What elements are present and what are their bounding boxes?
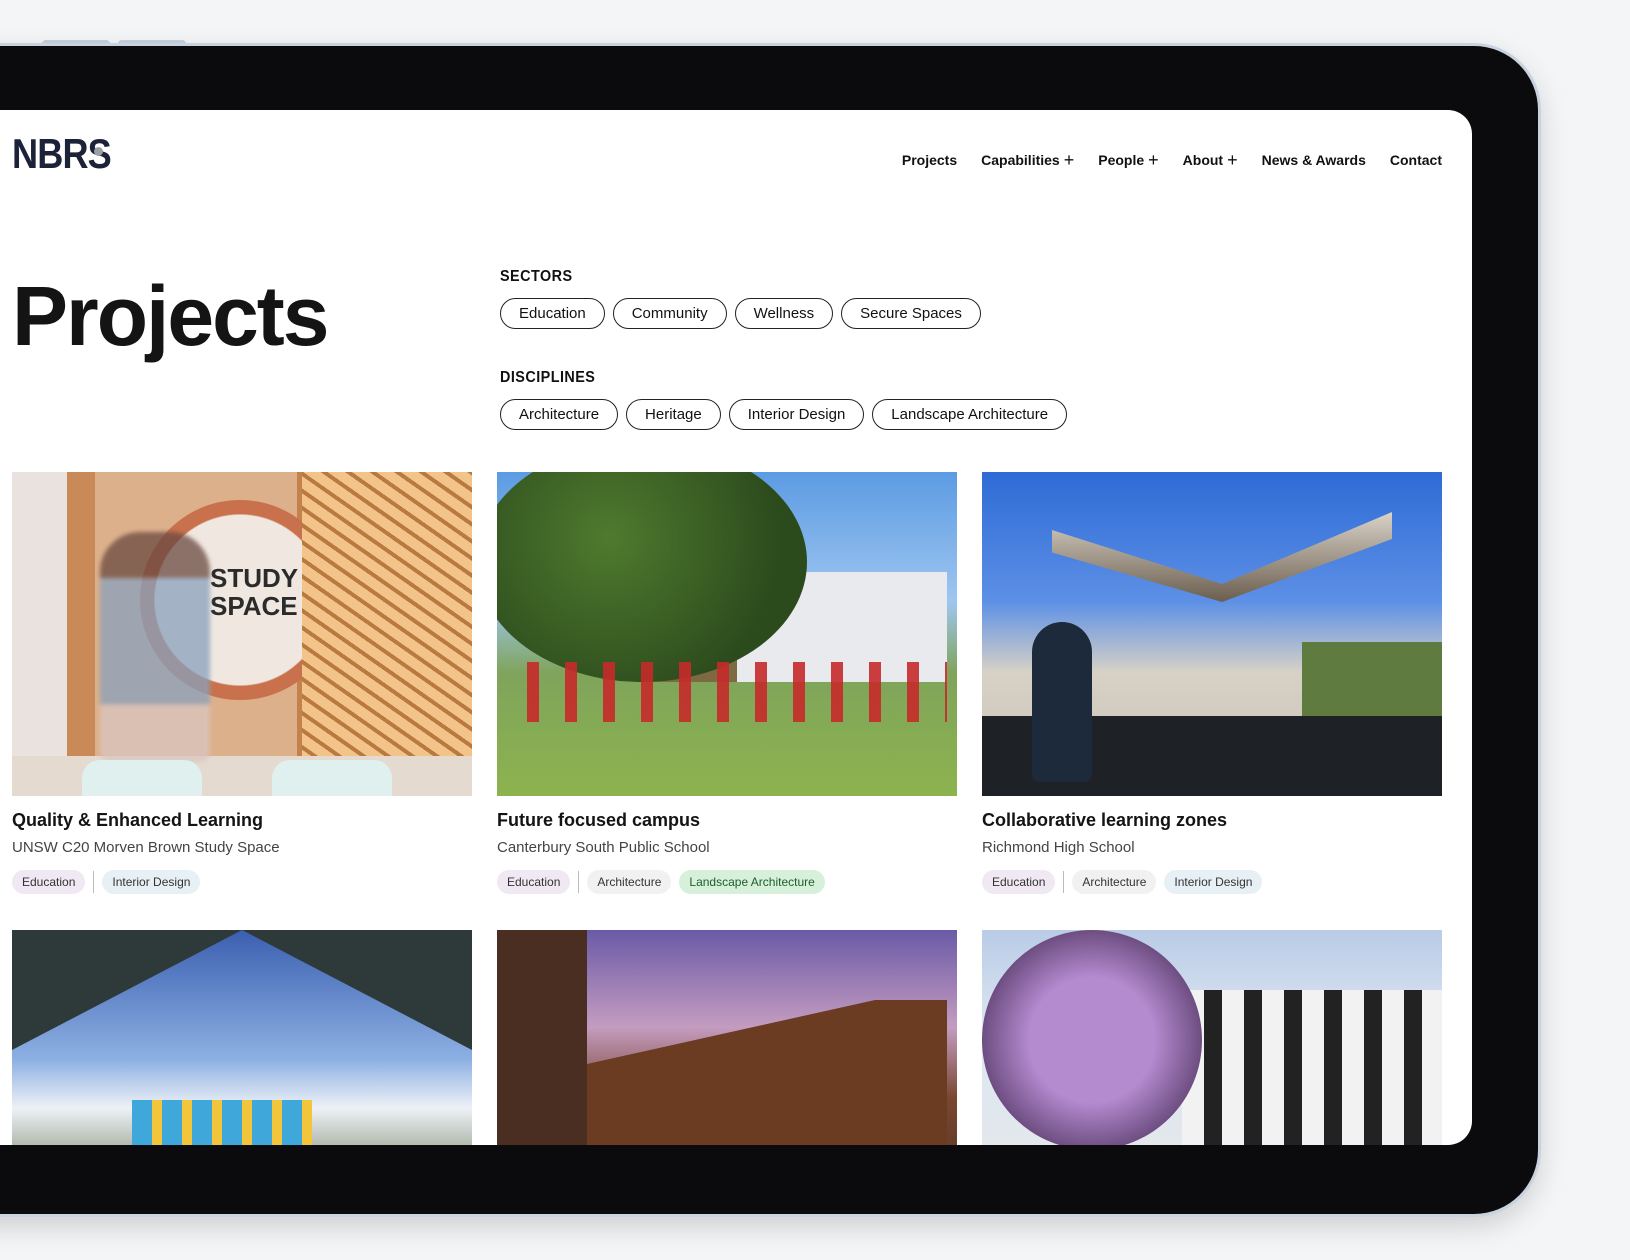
image-detail	[1032, 622, 1092, 782]
nav-label: Projects	[901, 152, 958, 168]
nav-label: People	[1098, 152, 1145, 168]
project-title[interactable]: Quality & Enhanced Learning	[12, 810, 472, 831]
divider	[578, 871, 580, 893]
project-title[interactable]: Future focused campus	[497, 810, 957, 831]
nav-item-projects[interactable]: Projects	[902, 152, 957, 168]
tag-landscape-architecture[interactable]: Landscape Architecture	[679, 870, 825, 894]
chip-community[interactable]: Community	[612, 298, 727, 329]
nav-item-people[interactable]: People +	[1098, 150, 1159, 170]
chip-architecture[interactable]: Architecture	[500, 399, 619, 430]
image-detail	[587, 1000, 947, 1145]
plus-icon: +	[1148, 150, 1159, 170]
screen: NBRS Projects Capabilities + People + Abou…	[0, 110, 1472, 1145]
nav-item-about[interactable]: About +	[1182, 150, 1238, 170]
plus-icon: +	[1227, 150, 1238, 170]
chip-wellness[interactable]: Wellness	[734, 298, 834, 329]
plus-icon: +	[1063, 150, 1075, 170]
nav-label: News & Awards	[1261, 152, 1366, 168]
chip-landscape-architecture[interactable]: Landscape Architecture	[872, 399, 1068, 430]
project-tags: Education Architecture Landscape Archite…	[497, 870, 957, 894]
project-image[interactable]: STUDY SPACE	[12, 472, 472, 796]
project-card[interactable]: Future focused campus Canterbury South P…	[497, 472, 957, 894]
tag-interior-design[interactable]: Interior Design	[1164, 870, 1263, 894]
image-detail	[1182, 990, 1442, 1145]
chip-heritage[interactable]: Heritage	[626, 399, 721, 430]
tag-architecture[interactable]: Architecture	[1072, 870, 1157, 894]
image-detail	[982, 930, 1202, 1145]
tag-education[interactable]: Education	[497, 870, 571, 894]
nav-label: Capabilities	[981, 152, 1060, 168]
chip-interior-design[interactable]: Interior Design	[728, 399, 865, 430]
project-card[interactable]: STUDY SPACE Quality & Enhanced Learning U…	[12, 472, 472, 894]
chip-secure-spaces[interactable]: Secure Spaces	[841, 298, 981, 329]
project-card[interactable]	[12, 930, 472, 1145]
image-detail	[527, 662, 947, 722]
project-tags: Education Architecture Interior Design	[982, 870, 1442, 894]
sector-chips: Education Community Wellness Secure Spac…	[500, 298, 1067, 329]
page-title: Projects	[12, 269, 329, 363]
image-detail	[132, 1100, 312, 1145]
nav-item-capabilities[interactable]: Capabilities +	[981, 150, 1075, 170]
image-detail	[272, 760, 392, 796]
project-image[interactable]	[982, 472, 1442, 796]
project-subtitle: Richmond High School	[982, 839, 1135, 856]
project-tags: Education Interior Design	[12, 870, 472, 894]
nav-label: Contact	[1389, 152, 1442, 168]
site-header: NBRS Projects Capabilities + People + Abou…	[12, 130, 1472, 177]
image-detail	[1052, 512, 1392, 602]
tag-architecture[interactable]: Architecture	[587, 870, 672, 894]
project-image[interactable]	[982, 930, 1442, 1145]
nav-item-contact[interactable]: Contact	[1390, 152, 1442, 168]
image-detail	[100, 532, 210, 762]
nav-label: About	[1182, 152, 1224, 168]
project-title[interactable]: Collaborative learning zones	[982, 810, 1442, 831]
image-detail	[82, 760, 202, 796]
chip-education[interactable]: Education	[500, 298, 605, 329]
logo-dot	[94, 147, 103, 156]
project-card[interactable]: Collaborative learning zones Richmond Hi…	[982, 472, 1442, 894]
divider	[1063, 871, 1065, 893]
image-detail	[302, 472, 472, 796]
divider	[93, 871, 95, 893]
image-detail	[497, 930, 587, 1145]
image-sign-text: STUDY SPACE	[210, 563, 299, 621]
sectors-label: SECTORS	[500, 268, 573, 285]
project-card[interactable]	[982, 930, 1442, 1145]
image-detail	[12, 756, 472, 796]
filters: SECTORS Education Community Wellness Sec…	[500, 268, 1068, 470]
image-detail	[12, 930, 472, 1050]
main-nav: Projects Capabilities + People + About + Ne…	[902, 150, 1442, 170]
project-subtitle: UNSW C20 Morven Brown Study Space	[12, 839, 280, 856]
tag-education[interactable]: Education	[12, 870, 86, 894]
project-subtitle: Canterbury South Public School	[497, 839, 710, 856]
project-card[interactable]	[497, 930, 957, 1145]
tag-interior-design[interactable]: Interior Design	[102, 870, 201, 894]
project-image[interactable]	[497, 930, 957, 1145]
discipline-chips: Architecture Heritage Interior Design La…	[500, 399, 1068, 430]
tablet-frame: NBRS Projects Capabilities + People + Abou…	[0, 46, 1538, 1214]
nav-item-news-awards[interactable]: News & Awards	[1262, 152, 1366, 168]
disciplines-label: DISCIPLINES	[500, 369, 596, 386]
project-image[interactable]	[12, 930, 472, 1145]
tag-education[interactable]: Education	[982, 870, 1056, 894]
project-image[interactable]	[497, 472, 957, 796]
